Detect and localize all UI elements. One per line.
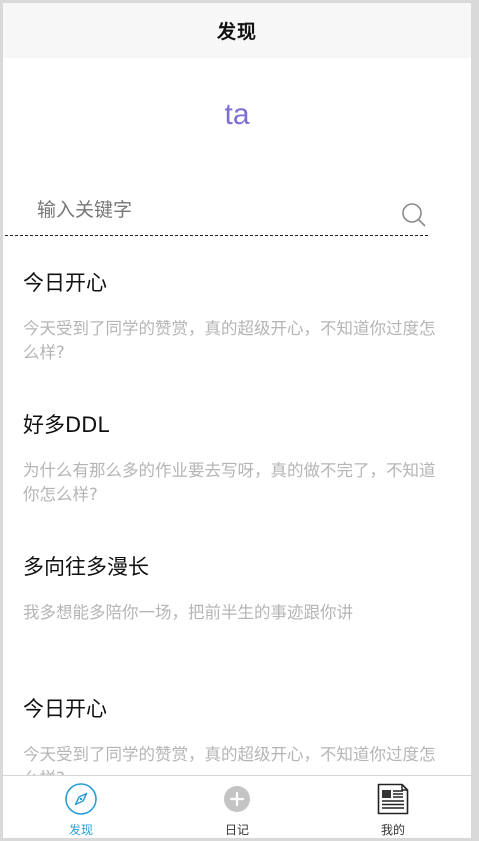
post-list: 今日开心 今天受到了同学的赞赏，真的超级开心，不知道你过度怎么样? 好多DDL … (3, 263, 471, 831)
post-title: 今日开心 (23, 271, 107, 295)
compass-icon (65, 783, 97, 815)
tab-discover[interactable]: 发现 (3, 776, 159, 838)
plus-circle-icon (224, 786, 250, 812)
search-icon[interactable] (401, 202, 427, 228)
tab-mine[interactable]: 我的 (315, 776, 471, 838)
app-frame: 发现 ta 今日开心 今天受到了同学的赞赏，真的超级开心，不知道你过度怎么样? … (3, 3, 471, 838)
post-content: 今天受到了同学的赞赏，真的超级开心，不知道你过度怎么样? (23, 319, 436, 362)
post-title: 多向往多漫长 (23, 555, 149, 579)
post-title: 今日开心 (23, 697, 107, 721)
newspaper-icon (377, 783, 409, 815)
app-logo: ta (224, 98, 250, 131)
tab-label: 日记 (224, 823, 249, 837)
page-title: 发现 (216, 21, 257, 43)
list-item[interactable]: 今日开心 今天受到了同学的赞赏，真的超级开心，不知道你过度怎么样? (3, 269, 471, 405)
tab-bar: 发现 日记 我的 (3, 775, 471, 838)
search-input[interactable] (35, 194, 389, 226)
search-bar (5, 189, 428, 236)
list-item[interactable]: 多向往多漫长 我多想能多陪你一场，把前半生的事迹跟你讲 (3, 553, 471, 689)
tab-label: 发现 (68, 823, 93, 837)
list-item[interactable]: 好多DDL 为什么有那么多的作业要去写呀，真的做不完了，不知道你怎么样? (3, 411, 471, 547)
post-content: 我多想能多陪你一场，把前半生的事迹跟你讲 (23, 603, 353, 622)
tab-diary[interactable]: 日记 (159, 776, 315, 838)
navigation-bar: 发现 (3, 3, 471, 58)
tab-label: 我的 (380, 823, 405, 837)
post-content: 为什么有那么多的作业要去写呀，真的做不完了，不知道你怎么样? (23, 461, 436, 504)
post-title: 好多DDL (23, 413, 110, 437)
